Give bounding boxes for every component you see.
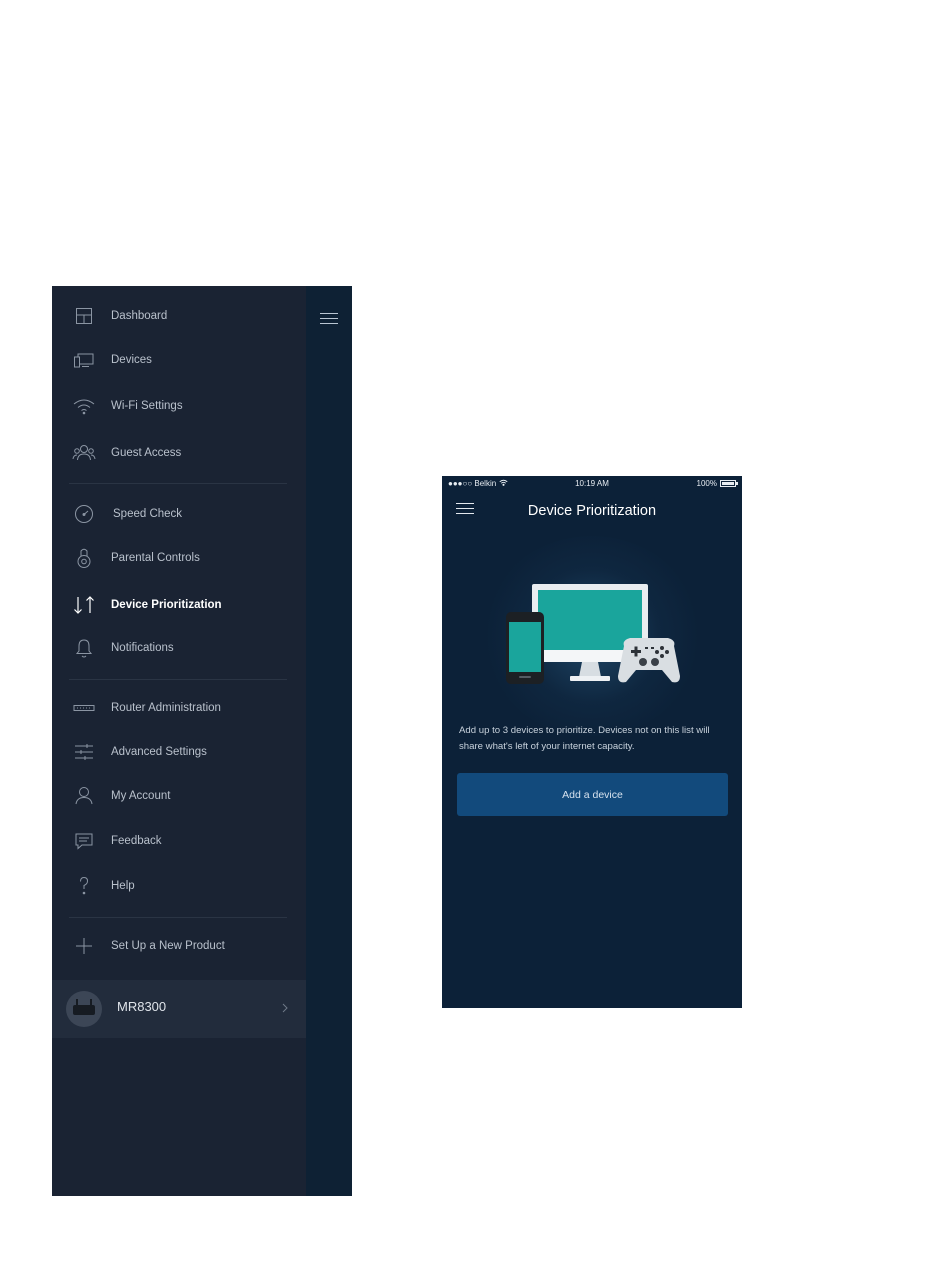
user-icon (72, 784, 96, 808)
menu-item-label: Devices (111, 354, 152, 366)
add-device-button[interactable]: Add a device (457, 773, 728, 816)
menu-item-speed-check[interactable]: Speed Check (52, 497, 306, 531)
battery-icon (720, 480, 738, 487)
bell-icon (72, 636, 96, 660)
device-name: MR8300 (117, 999, 167, 1014)
up-down-arrows-icon (72, 593, 96, 617)
menu-item-advanced-settings[interactable]: Advanced Settings (52, 735, 306, 769)
side-menu: Dashboard Devices Wi-Fi Settings Guest A… (52, 286, 306, 1196)
menu-item-devices[interactable]: Devices (52, 343, 306, 377)
question-mark-icon (72, 874, 96, 898)
menu-item-label: Device Prioritization (111, 599, 222, 611)
menu-item-feedback[interactable]: Feedback (52, 824, 306, 858)
plus-icon (72, 934, 96, 958)
menu-item-label: Wi-Fi Settings (111, 400, 183, 412)
menu-item-label: Router Administration (111, 702, 221, 714)
menu-item-my-account[interactable]: My Account (52, 779, 306, 813)
menu-divider (69, 679, 287, 680)
menu-item-guest-access[interactable]: Guest Access (52, 436, 306, 470)
devices-illustration (502, 576, 682, 688)
router-icon (72, 696, 96, 720)
menu-divider (69, 483, 287, 484)
menu-item-label: Feedback (111, 835, 162, 847)
wifi-icon (72, 394, 96, 418)
menu-item-device-prioritization[interactable]: Device Prioritization (52, 588, 306, 622)
menu-item-label: Guest Access (111, 447, 182, 459)
chevron-right-icon (280, 1000, 290, 1016)
devices-icon (72, 348, 96, 372)
battery-percent: 100% (696, 479, 717, 488)
sliders-icon (72, 740, 96, 764)
menu-item-label: Speed Check (113, 508, 183, 520)
menu-item-parental-controls[interactable]: Parental Controls (52, 541, 306, 575)
menu-item-label: Set Up a New Product (111, 940, 225, 952)
lock-icon (72, 546, 96, 570)
router-avatar-icon (66, 991, 102, 1027)
speedometer-icon (72, 502, 96, 526)
menu-item-label: Parental Controls (111, 552, 200, 564)
page-title: Device Prioritization (527, 503, 657, 519)
menu-item-label: My Account (111, 790, 171, 802)
menu-item-help[interactable]: Help (52, 869, 306, 903)
chat-bubble-icon (72, 829, 96, 853)
side-menu-screen: Dashboard Devices Wi-Fi Settings Guest A… (52, 286, 352, 1196)
menu-item-label: Notifications (111, 642, 174, 654)
menu-item-wifi-settings[interactable]: Wi-Fi Settings (52, 389, 306, 423)
menu-item-label: Advanced Settings (111, 746, 207, 758)
status-bar: ●●●○○ Belkin 10:19 AM 100% (442, 476, 742, 492)
menu-item-notifications[interactable]: Notifications (52, 631, 306, 665)
menu-item-router-administration[interactable]: Router Administration (52, 691, 306, 725)
dashboard-icon (72, 304, 96, 328)
device-selector-row[interactable]: MR8300 (52, 980, 306, 1038)
menu-item-label: Help (111, 880, 135, 892)
description-text: Add up to 3 devices to prioritize. Devic… (459, 725, 710, 752)
hamburger-menu-icon[interactable] (320, 313, 338, 325)
menu-item-dashboard[interactable]: Dashboard (52, 299, 306, 333)
background-app-strip (306, 286, 352, 1196)
menu-divider (69, 917, 287, 918)
device-prioritization-screen: ●●●○○ Belkin 10:19 AM 100% Device Priori… (442, 476, 742, 1008)
guest-users-icon (72, 441, 96, 465)
menu-item-setup-new-product[interactable]: Set Up a New Product (52, 929, 306, 963)
menu-item-label: Dashboard (111, 310, 168, 322)
